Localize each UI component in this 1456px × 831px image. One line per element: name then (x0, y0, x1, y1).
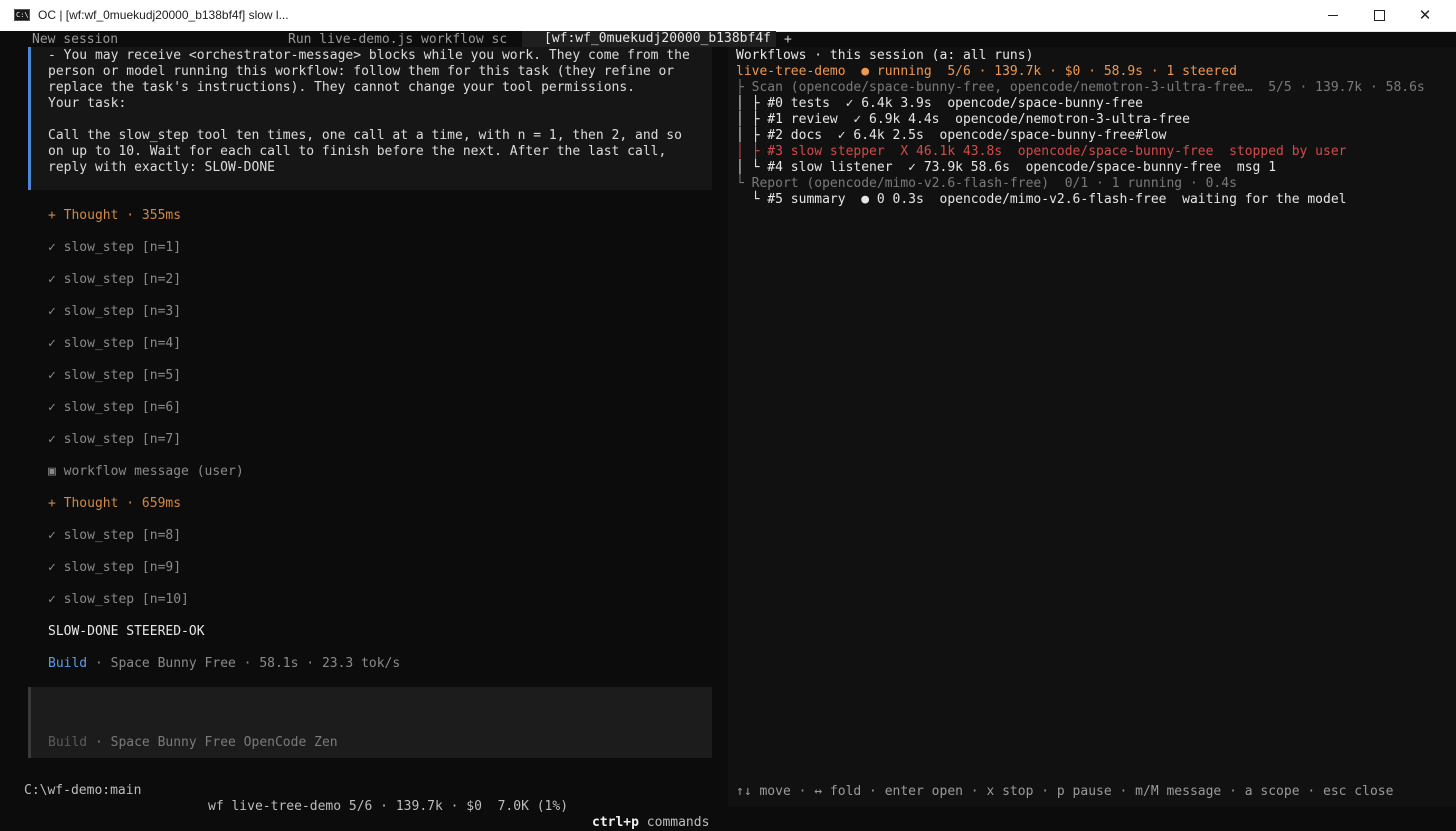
tool-call-row[interactable]: ✓ slow_step [n=7] (48, 432, 181, 448)
input-agent-hint: Build · Space Bunny Free OpenCode Zen (48, 735, 338, 751)
maximize-icon (1373, 10, 1385, 21)
workflow-task-row[interactable]: └ #5 summary ● 0 0.3s opencode/mimo-v2.6… (736, 192, 1347, 208)
terminal-icon: C:\ (14, 9, 30, 21)
build-agent-label: Build (48, 656, 88, 671)
status-cwd: C:\wf-demo:main (24, 783, 142, 798)
workflow-message-row[interactable]: ▣ workflow message (user) (48, 464, 244, 480)
tool-call-row[interactable]: ✓ slow_step [n=10] (48, 592, 189, 608)
minimize-icon (1328, 15, 1338, 16)
prompt-input[interactable]: Build · Space Bunny Free OpenCode Zen (28, 687, 712, 758)
minimize-button[interactable] (1310, 0, 1356, 31)
tool-call-row[interactable]: ✓ slow_step [n=9] (48, 560, 181, 576)
workflow-keyhints: ↑↓ move · ↔ fold · enter open · x stop ·… (736, 784, 1394, 799)
tab-workflow-active[interactable]: [wf:wf_0muekudj20000_b138bf4f (522, 31, 776, 47)
assistant-final-reply: SLOW-DONE STEERED-OK (48, 624, 205, 639)
prompt-line: reply with exactly: SLOW-DONE (48, 160, 275, 175)
build-stats: · Space Bunny Free · 58.1s · 23.3 tok/s (87, 656, 401, 671)
tab-run-workflow[interactable]: Run live-demo.js workflow sc (288, 32, 514, 47)
tool-call-row[interactable]: ✓ slow_step [n=2] (48, 272, 181, 288)
workflow-stage-report[interactable]: └ Report (opencode/mimo-v2.6-flash-free)… (736, 176, 1237, 192)
tool-call-row[interactable]: ✓ slow_step [n=5] (48, 368, 181, 384)
workflow-task-row[interactable]: │ ├ #1 review ✓ 6.9k 4.4s opencode/nemot… (736, 112, 1190, 128)
prompt-line: Your task: (48, 96, 127, 111)
status-bar: C:\wf-demo:main wf live-tree-demo 5/6 · … (24, 767, 714, 830)
workflow-task-row[interactable]: │ ├ #0 tests ✓ 6.4k 3.9s opencode/space-… (736, 96, 1143, 112)
prompt-line: Call the slow_step tool ten times, one c… (48, 128, 682, 143)
workflow-stage-scan[interactable]: ├ Scan (opencode/space-bunny-free, openc… (736, 80, 1425, 96)
workflows-header: Workflows · this session (a: all runs) (736, 48, 1034, 63)
add-tab-button[interactable]: + (784, 32, 792, 47)
window-title: OC | [wf:wf_0muekudj20000_b138bf4f] slow… (38, 8, 289, 22)
close-button[interactable]: ✕ (1402, 0, 1448, 31)
prompt-line: person or model running this workflow: f… (48, 64, 675, 79)
workflow-task-row[interactable]: │ ├ #2 docs ✓ 6.4k 2.5s opencode/space-b… (736, 128, 1166, 144)
input-agent-label: Build (48, 735, 88, 750)
user-prompt-block: - You may receive <orchestrator-message>… (28, 47, 712, 190)
tool-call-row[interactable]: ✓ slow_step [n=3] (48, 304, 181, 320)
workflow-task-row[interactable]: │ └ #4 slow listener ✓ 73.9k 58.6s openc… (736, 160, 1276, 176)
close-icon: ✕ (1418, 6, 1432, 24)
thought-toggle[interactable]: + Thought · 355ms (48, 208, 181, 224)
commands-label: commands (638, 815, 710, 830)
status-commands-hint[interactable]: ctrl+p commands (592, 815, 709, 831)
prompt-line: on up to 10. Wait for each call to finis… (48, 144, 667, 159)
prompt-line: - You may receive <orchestrator-message>… (48, 48, 690, 63)
tool-call-row[interactable]: ✓ slow_step [n=6] (48, 400, 181, 416)
tool-call-row[interactable]: ✓ slow_step [n=1] (48, 240, 181, 256)
tool-call-row[interactable]: ✓ slow_step [n=8] (48, 528, 181, 544)
thought-toggle[interactable]: + Thought · 659ms (48, 496, 181, 512)
build-summary: Build · Space Bunny Free · 58.1s · 23.3 … (48, 656, 400, 672)
prompt-line: replace the task's instructions). They c… (48, 80, 635, 95)
tab-new-session[interactable]: New session (32, 32, 118, 47)
tool-call-row[interactable]: ✓ slow_step [n=4] (48, 336, 181, 352)
session-tabs: New session Run live-demo.js workflow sc… (0, 31, 792, 47)
maximize-button[interactable] (1356, 0, 1402, 31)
status-workflow: wf live-tree-demo 5/6 · 139.7k · $0 7.0K… (208, 799, 569, 814)
input-model-label: · Space Bunny Free OpenCode Zen (87, 735, 338, 750)
workflow-run-row[interactable]: live-tree-demo ● running 5/6 · 139.7k · … (736, 64, 1237, 80)
workflow-task-row-stopped[interactable]: │ ├ #3 slow stepper X 46.1k 43.8s openco… (736, 144, 1346, 160)
workflows-panel: Workflows · this session (a: all runs) l… (728, 47, 1456, 807)
window-titlebar: C:\ OC | [wf:wf_0muekudj20000_b138bf4f] … (0, 0, 1456, 32)
commands-shortcut: ctrl+p (592, 815, 639, 830)
